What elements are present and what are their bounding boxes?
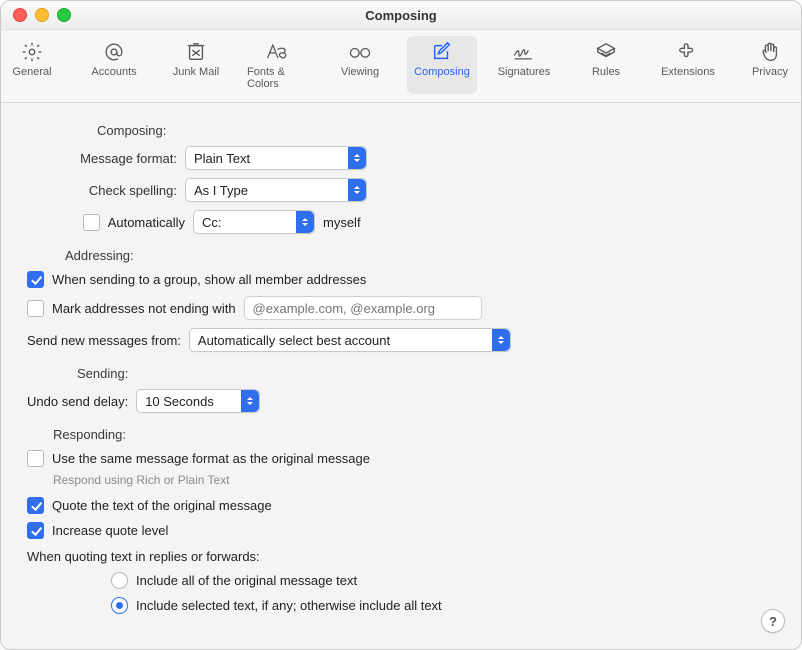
window-title: Composing [1,8,801,23]
group-expand-label: When sending to a group, show all member… [52,272,366,287]
auto-cc-suffix: myself [323,215,361,230]
tab-junk-mail[interactable]: Junk Mail [161,36,231,94]
tab-label: Fonts & Colors [247,66,309,90]
group-expand-checkbox[interactable] [27,271,44,288]
select-value: As I Type [194,183,248,198]
tab-extensions[interactable]: Extensions [653,36,723,94]
auto-cc-checkbox[interactable] [83,214,100,231]
content-pane: Composing: Message format: Plain Text Ch… [1,103,801,650]
tab-label: Accounts [91,66,136,78]
chevron-updown-icon [348,147,366,169]
check-spelling-label: Check spelling: [27,183,177,198]
signature-icon [512,40,536,64]
help-button[interactable]: ? [761,609,785,633]
tab-label: Signatures [498,66,551,78]
when-quoting-label: When quoting text in replies or forwards… [27,549,260,564]
tab-viewing[interactable]: Viewing [325,36,395,94]
include-all-label: Include all of the original message text [136,573,357,588]
tab-rules[interactable]: Rules [571,36,641,94]
tab-label: General [12,66,51,78]
tab-label: Junk Mail [173,66,219,78]
message-format-select[interactable]: Plain Text [185,146,367,170]
include-all-radio[interactable] [111,572,128,589]
preferences-window: Composing General Accounts Junk Mail Fon… [0,0,802,650]
select-value: 10 Seconds [145,394,214,409]
chevron-updown-icon [348,179,366,201]
hand-icon [759,40,781,64]
section-sending-heading: Sending: [77,366,775,381]
select-value: Cc: [202,215,222,230]
rules-icon [595,40,617,64]
check-spelling-select[interactable]: As I Type [185,178,367,202]
same-format-hint: Respond using Rich or Plain Text [53,473,775,487]
tab-signatures[interactable]: Signatures [489,36,559,94]
send-from-label: Send new messages from: [27,333,181,348]
mark-addresses-label: Mark addresses not ending with [52,301,236,316]
auto-cc-label: Automatically [108,215,185,230]
message-format-label: Message format: [27,151,177,166]
fonts-icon [265,40,291,64]
tab-fonts-colors[interactable]: Fonts & Colors [243,36,313,94]
mark-addresses-checkbox[interactable] [27,300,44,317]
include-selected-radio[interactable] [111,597,128,614]
tab-general[interactable]: General [0,36,67,94]
trash-icon [185,40,207,64]
chevron-updown-icon [241,390,259,412]
tab-privacy[interactable]: Privacy [735,36,802,94]
quote-text-checkbox[interactable] [27,497,44,514]
help-label: ? [769,614,777,629]
tab-accounts[interactable]: Accounts [79,36,149,94]
increase-quote-label: Increase quote level [52,523,168,538]
quote-text-label: Quote the text of the original message [52,498,272,513]
undo-delay-label: Undo send delay: [27,394,128,409]
same-format-label: Use the same message format as the origi… [52,451,370,466]
section-composing-heading: Composing: [97,123,775,138]
tab-label: Privacy [752,66,788,78]
increase-quote-checkbox[interactable] [27,522,44,539]
compose-icon [431,40,453,64]
chevron-updown-icon [492,329,510,351]
titlebar: Composing [1,1,801,30]
same-format-checkbox[interactable] [27,450,44,467]
tab-label: Viewing [341,66,379,78]
tab-composing[interactable]: Composing [407,36,477,94]
gear-icon [21,40,43,64]
tab-label: Composing [414,66,470,78]
section-responding-heading: Responding: [53,427,775,442]
tab-label: Extensions [661,66,715,78]
at-icon [103,40,125,64]
chevron-updown-icon [296,211,314,233]
section-addressing-heading: Addressing: [65,248,775,263]
auto-cc-select[interactable]: Cc: [193,210,315,234]
glasses-icon [347,40,373,64]
include-selected-label: Include selected text, if any; otherwise… [136,598,442,613]
mark-addresses-input[interactable] [244,296,482,320]
select-value: Plain Text [194,151,250,166]
undo-delay-select[interactable]: 10 Seconds [136,389,260,413]
send-from-select[interactable]: Automatically select best account [189,328,511,352]
puzzle-icon [677,40,699,64]
tab-label: Rules [592,66,620,78]
select-value: Automatically select best account [198,333,390,348]
toolbar: General Accounts Junk Mail Fonts & Color… [1,30,801,103]
